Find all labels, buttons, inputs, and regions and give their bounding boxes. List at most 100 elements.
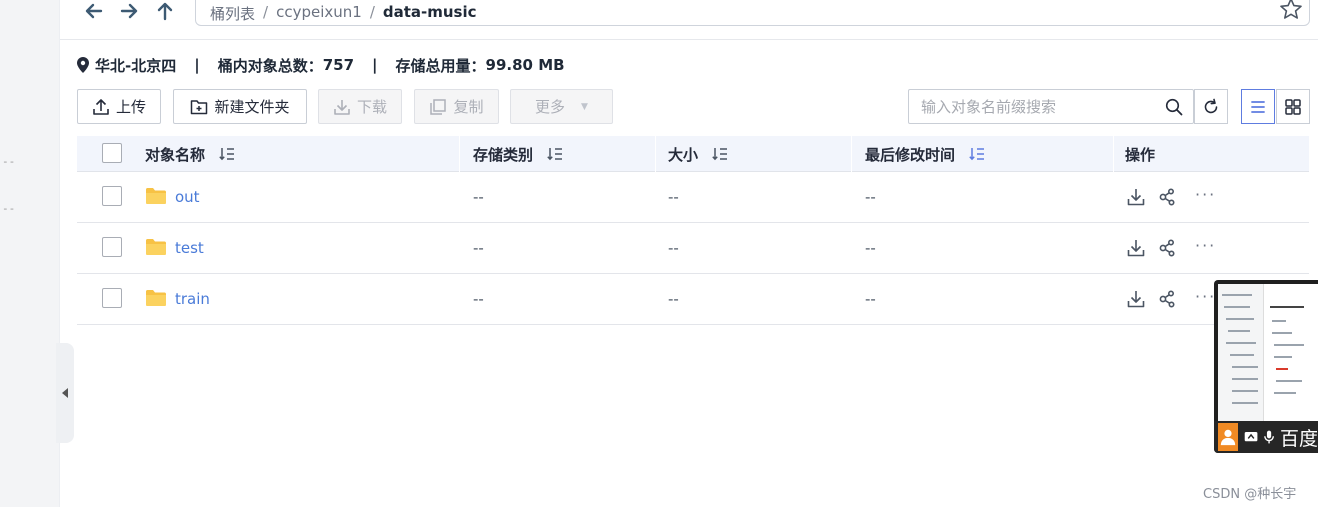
column-header-storage-class-label: 存储类别 — [473, 145, 534, 164]
object-name-link[interactable]: test — [175, 239, 204, 257]
column-header-size-label: 大小 — [668, 145, 699, 164]
column-divider[interactable] — [1113, 136, 1114, 172]
thumbnail-sidebar — [1218, 284, 1264, 421]
row-checkbox[interactable] — [102, 237, 122, 257]
share-icon[interactable] — [1157, 238, 1177, 258]
size-cell: -- — [668, 290, 679, 308]
table-row[interactable]: out -- -- -- ··· — [77, 172, 1309, 223]
region-label: 华北-北京四 — [95, 56, 177, 75]
storage-class-cell: -- — [473, 290, 484, 308]
column-header-storage-class[interactable]: 存储类别 — [473, 136, 563, 172]
search-icon[interactable] — [1165, 98, 1183, 116]
list-view-toggle[interactable] — [1241, 89, 1275, 124]
back-button[interactable] — [81, 0, 107, 22]
folder-icon — [146, 290, 166, 306]
sort-icon[interactable] — [712, 147, 728, 161]
size-cell: -- — [668, 239, 679, 257]
download-icon[interactable] — [1126, 187, 1146, 207]
breadcrumb-bucket[interactable]: ccypeixun1 — [276, 3, 362, 24]
thumbnail-screen — [1218, 284, 1318, 421]
grid-view-icon — [1285, 98, 1301, 115]
sort-active-icon[interactable] — [969, 147, 985, 161]
row-checkbox[interactable] — [102, 186, 122, 206]
more-dropdown-label: 更多 — [535, 98, 566, 116]
info-divider: | — [372, 56, 378, 74]
user-avatar-icon[interactable] — [1218, 423, 1238, 451]
download-icon[interactable] — [1126, 238, 1146, 258]
sort-icon[interactable] — [547, 147, 563, 161]
column-header-size[interactable]: 大小 — [668, 136, 728, 172]
folder-icon — [146, 239, 166, 255]
column-header-modified[interactable]: 最后修改时间 — [865, 136, 985, 172]
object-name-link[interactable]: train — [175, 290, 210, 308]
microphone-icon[interactable] — [1262, 427, 1276, 447]
object-count-value: 757 — [322, 56, 355, 74]
screen-share-thumbnail[interactable]: 百度 — [1214, 280, 1318, 453]
table-row[interactable]: train -- -- -- ··· — [77, 274, 1309, 325]
download-button[interactable]: 下载 — [318, 89, 402, 124]
size-cell: -- — [668, 188, 679, 206]
storage-usage-value: 99.80 MB — [485, 56, 565, 74]
arrow-up-icon — [157, 2, 173, 21]
refresh-button[interactable] — [1194, 89, 1228, 124]
copy-button-label: 复制 — [453, 98, 484, 116]
share-icon[interactable] — [1157, 187, 1177, 207]
caret-down-icon: ▼ — [581, 101, 588, 112]
breadcrumb: 桶列表 / ccypeixun1 / data-music — [210, 3, 477, 24]
table-row[interactable]: test -- -- -- ··· — [77, 223, 1309, 274]
share-icon[interactable] — [1157, 289, 1177, 309]
left-sidebar: -- -- — [0, 0, 60, 507]
more-dropdown[interactable]: 更多 ▼ — [510, 89, 613, 124]
table-header: 对象名称 存储类别 大小 最后修改时间 操作 — [77, 136, 1309, 172]
refresh-icon — [1204, 98, 1218, 113]
sidebar-collapse-handle[interactable] — [56, 343, 74, 443]
copy-icon — [430, 98, 447, 115]
copy-button[interactable]: 复制 — [414, 89, 499, 124]
sort-icon[interactable] — [219, 147, 235, 161]
breadcrumb-separator: / — [369, 3, 375, 21]
new-folder-button[interactable]: 新建文件夹 — [173, 89, 307, 124]
column-divider[interactable] — [655, 136, 656, 172]
column-header-actions-label: 操作 — [1125, 145, 1156, 164]
sidebar-dash: -- — [2, 155, 16, 168]
up-button[interactable] — [152, 0, 178, 22]
column-divider[interactable] — [459, 136, 460, 172]
object-search — [908, 89, 1194, 124]
breadcrumb-separator: / — [263, 3, 269, 21]
forward-button[interactable] — [116, 0, 142, 22]
arrow-left-icon — [85, 3, 103, 19]
select-all-checkbox[interactable] — [102, 143, 122, 163]
breadcrumb-bucket-list[interactable]: 桶列表 — [210, 3, 255, 24]
path-bar[interactable]: 桶列表 / ccypeixun1 / data-music — [195, 0, 1310, 26]
modified-cell: -- — [865, 290, 876, 308]
download-icon[interactable] — [1126, 289, 1146, 309]
row-checkbox[interactable] — [102, 288, 122, 308]
sidebar-dash: -- — [2, 202, 16, 215]
more-actions-button[interactable]: ··· — [1195, 185, 1216, 204]
object-name-link[interactable]: out — [175, 188, 200, 206]
thumbnail-app-label: 百度 — [1279, 427, 1318, 450]
bucket-info: 华北-北京四 | 桶内对象总数： 757 | 存储总用量： 99.80 MB — [77, 54, 565, 76]
star-icon[interactable] — [1279, 0, 1303, 21]
column-header-actions: 操作 — [1125, 136, 1155, 172]
storage-class-cell: -- — [473, 239, 484, 257]
screen-share-icon[interactable] — [1244, 427, 1258, 447]
arrow-right-icon — [120, 3, 138, 19]
more-actions-button[interactable]: ··· — [1195, 236, 1216, 255]
column-divider[interactable] — [851, 136, 852, 172]
object-table: 对象名称 存储类别 大小 最后修改时间 操作 out -- -- -- ··· … — [77, 136, 1309, 325]
list-view-icon — [1251, 100, 1265, 113]
upload-button[interactable]: 上传 — [77, 89, 161, 124]
breadcrumb-current-folder: data-music — [382, 3, 477, 21]
column-header-name-label: 对象名称 — [145, 145, 206, 164]
download-button-label: 下载 — [356, 98, 387, 116]
caret-left-icon — [62, 388, 68, 398]
upload-button-label: 上传 — [115, 98, 146, 116]
column-header-name[interactable]: 对象名称 — [145, 136, 235, 172]
thumbnail-control-bar: 百度 — [1214, 421, 1318, 453]
top-navigation-bar: 桶列表 / ccypeixun1 / data-music — [60, 0, 1318, 40]
grid-view-toggle[interactable] — [1276, 89, 1310, 124]
search-input[interactable] — [909, 90, 1159, 123]
column-header-modified-label: 最后修改时间 — [865, 145, 956, 164]
object-count-label: 桶内对象总数： — [217, 56, 323, 75]
